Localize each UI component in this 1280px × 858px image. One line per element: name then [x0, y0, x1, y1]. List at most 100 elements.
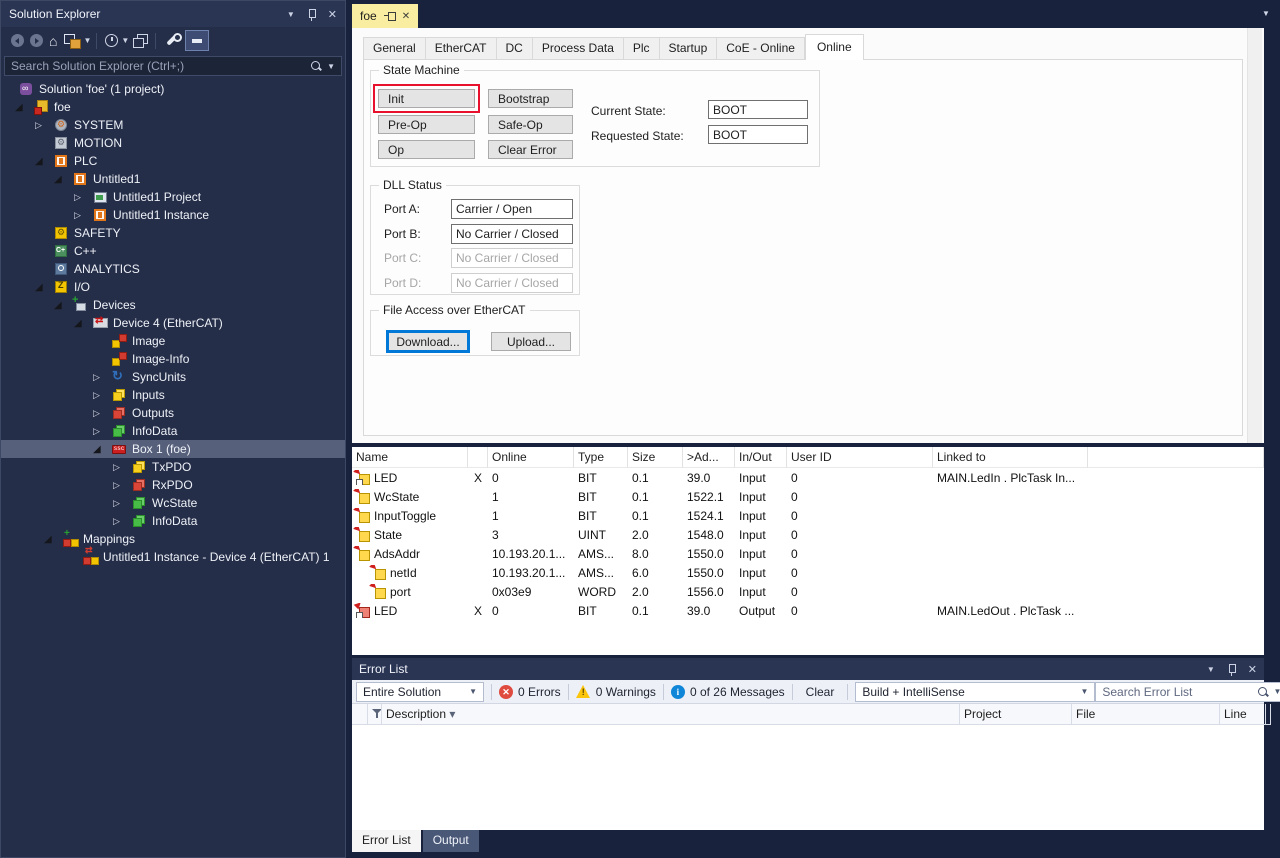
table-row[interactable]: ▶LEDX0BIT0.139.0Output0MAIN.LedOut . Plc… [352, 601, 1264, 620]
expand-arrow-icon[interactable]: ▷ [91, 426, 111, 437]
tree-item-syncunits[interactable]: ▷SyncUnits [1, 368, 345, 386]
tree-item-c-[interactable]: C++ [1, 242, 345, 260]
home-icon[interactable]: ⌂ [49, 31, 57, 51]
tree-item-infodata[interactable]: ▷InfoData [1, 512, 345, 530]
warnings-filter-button[interactable]: 0 Warnings [576, 685, 656, 699]
expand-arrow-icon[interactable]: ▷ [111, 480, 131, 491]
grid-column-header-x[interactable] [468, 447, 488, 468]
tree-item-untitled1-project[interactable]: ▷Untitled1 Project [1, 188, 345, 206]
tab-general[interactable]: General [363, 37, 426, 60]
tree-item-system[interactable]: ▷SYSTEM [1, 116, 345, 134]
tree-item-device-4-ethercat-[interactable]: ◢Device 4 (EtherCAT) [1, 314, 345, 332]
scope-filter-dropdown[interactable]: Entire Solution▼ [356, 682, 484, 702]
tab-coe-online[interactable]: CoE - Online [717, 37, 805, 60]
tree-item-plc[interactable]: ◢PLC [1, 152, 345, 170]
filter-dropdown-icon[interactable]: ▼ [121, 36, 129, 45]
table-row[interactable]: ▶LEDX0BIT0.139.0Input0MAIN.LedIn . PlcTa… [352, 468, 1264, 487]
filter-column[interactable] [368, 704, 382, 725]
upload-button[interactable]: Upload... [491, 332, 571, 351]
tree-item-txpdo[interactable]: ▷TxPDO [1, 458, 345, 476]
grid-column-header->Ad...[interactable]: >Ad... [683, 447, 735, 468]
expand-arrow-icon[interactable]: ▷ [111, 498, 131, 509]
bootstrap-button[interactable]: Bootstrap [488, 89, 573, 108]
tree-item-rxpdo[interactable]: ▷RxPDO [1, 476, 345, 494]
expand-arrow-icon[interactable]: ▷ [72, 210, 92, 221]
properties-wrench-icon[interactable] [164, 31, 179, 51]
switch-views-dropdown-icon[interactable]: ▼ [83, 36, 91, 45]
document-tab-foe[interactable]: foe ✕ [352, 4, 418, 28]
error-column-header-project[interactable]: Project [960, 704, 1072, 725]
tree-item-image[interactable]: Image [1, 332, 345, 350]
pin-icon[interactable] [1227, 663, 1236, 676]
expand-arrow-icon[interactable]: ▷ [33, 120, 53, 131]
error-column-header-line[interactable]: Line [1220, 704, 1266, 725]
table-row[interactable]: ▶State3UINT2.01548.0Input0 [352, 525, 1264, 544]
table-row[interactable]: ▶WcState1BIT0.11522.1Input0 [352, 487, 1264, 506]
expand-arrow-icon[interactable]: ▷ [72, 192, 92, 203]
pin-icon[interactable] [307, 8, 316, 21]
errors-filter-button[interactable]: ✕ 0 Errors [499, 685, 561, 699]
expand-arrow-icon[interactable]: ▷ [111, 462, 131, 473]
port-status-field[interactable]: Carrier / Open [451, 199, 573, 219]
tab-close-icon[interactable]: ✕ [402, 11, 410, 22]
vertical-scrollbar[interactable] [1247, 28, 1262, 443]
grid-column-header-User ID[interactable]: User ID [787, 447, 933, 468]
search-icon[interactable] [1257, 686, 1269, 698]
tree-item-safety[interactable]: SAFETY [1, 224, 345, 242]
op-button[interactable]: Op [378, 140, 475, 159]
tab-dc[interactable]: DC [497, 37, 533, 60]
clear-button[interactable]: Clear [800, 685, 841, 699]
init-button[interactable]: Init [378, 89, 475, 108]
tree-item-image-info[interactable]: Image-Info [1, 350, 345, 368]
grid-column-header-Online[interactable]: Online [488, 447, 574, 468]
expand-arrow-icon[interactable]: ◢ [33, 282, 53, 293]
port-status-field[interactable]: No Carrier / Closed [451, 224, 573, 244]
sort-caret-icon[interactable]: ▾ [446, 707, 455, 721]
error-column-header-description[interactable]: Description ▾ [382, 704, 960, 725]
pre-op-button[interactable]: Pre-Op [378, 115, 475, 134]
window-position-icon[interactable]: ▼ [1207, 665, 1215, 674]
tab-ethercat[interactable]: EtherCAT [426, 37, 497, 60]
grid-column-header-Linked to[interactable]: Linked to [933, 447, 1088, 468]
table-row[interactable]: ▶AdsAddr10.193.20.1...AMS...8.01550.0Inp… [352, 544, 1264, 563]
bottom-tab-output[interactable]: Output [423, 830, 479, 852]
search-input[interactable]: Search Solution Explorer (Ctrl+;) ▼ [4, 56, 342, 76]
tab-startup[interactable]: Startup [660, 37, 718, 60]
preview-selected-items-toggle[interactable] [185, 30, 209, 51]
search-options-dropdown-icon[interactable]: ▼ [327, 62, 335, 71]
switch-views-icon[interactable] [63, 31, 80, 51]
clear-error-button[interactable]: Clear Error [488, 140, 573, 159]
expand-arrow-icon[interactable]: ◢ [52, 300, 72, 311]
expand-arrow-icon[interactable]: ▷ [111, 516, 131, 527]
tree-item-wcstate[interactable]: ▷WcState [1, 494, 345, 512]
expand-arrow-icon[interactable]: ▷ [91, 390, 111, 401]
tab-process-data[interactable]: Process Data [533, 37, 624, 60]
tree-item-devices[interactable]: ◢Devices [1, 296, 345, 314]
expand-arrow-icon[interactable]: ▷ [91, 372, 111, 383]
grid-column-header-Size[interactable]: Size [628, 447, 683, 468]
tree-item-motion[interactable]: MOTION [1, 134, 345, 152]
tree-item-inputs[interactable]: ▷Inputs [1, 386, 345, 404]
tab-plc[interactable]: Plc [624, 37, 660, 60]
expand-arrow-icon[interactable]: ▷ [91, 408, 111, 419]
forward-icon[interactable] [30, 31, 43, 51]
source-filter-dropdown[interactable]: Build + IntelliSense▼ [855, 682, 1095, 702]
safe-op-button[interactable]: Safe-Op [488, 115, 573, 134]
tree-item-untitled1[interactable]: ◢Untitled1 [1, 170, 345, 188]
current-state-field[interactable]: BOOT [708, 100, 808, 119]
window-position-icon[interactable]: ▼ [287, 10, 295, 19]
expand-arrow-icon[interactable]: ◢ [13, 102, 33, 113]
sync-with-active-document-icon[interactable] [132, 31, 147, 51]
tree-item-untitled1-instance-device-4-ethercat-1[interactable]: ⇄Untitled1 Instance - Device 4 (EtherCAT… [1, 548, 345, 566]
tree-item-solution-foe-1-project-[interactable]: Solution 'foe' (1 project) [1, 80, 345, 98]
document-well-dropdown-icon[interactable]: ▼ [1262, 9, 1270, 18]
back-icon[interactable] [11, 31, 24, 51]
tree-item-foe[interactable]: ◢foe [1, 98, 345, 116]
tree-item-box-1-foe-[interactable]: ◢Box 1 (foe) [1, 440, 345, 458]
close-icon[interactable]: ✕ [1248, 663, 1257, 676]
table-row[interactable]: ▶port0x03e9WORD2.01556.0Input0 [352, 582, 1264, 601]
tree-item-infodata[interactable]: ▷InfoData [1, 422, 345, 440]
expand-arrow-icon[interactable]: ◢ [91, 444, 111, 455]
tab-pin-icon[interactable] [384, 11, 395, 21]
search-dropdown-icon[interactable]: ▼ [1273, 687, 1280, 696]
